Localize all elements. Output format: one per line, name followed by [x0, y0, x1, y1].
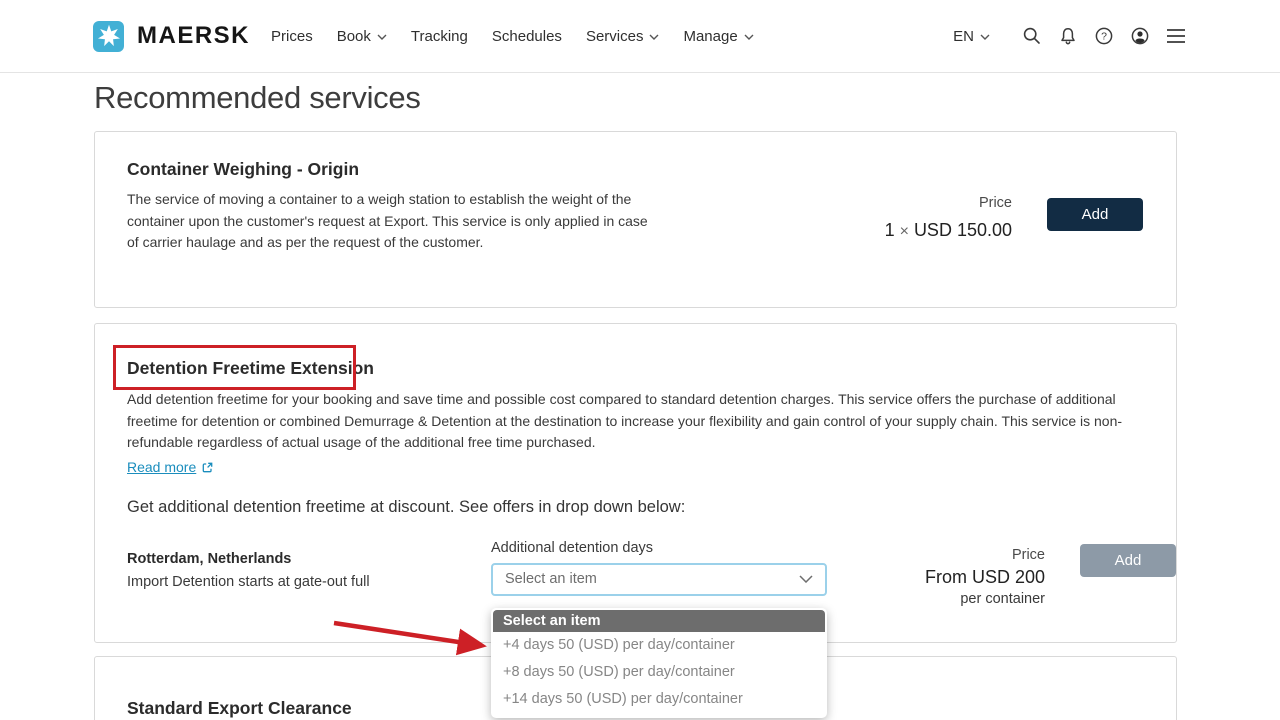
price-amount: 1×USD 150.00 [885, 220, 1012, 241]
nav-item-schedules[interactable]: Schedules [492, 28, 562, 45]
chevron-down-icon [649, 34, 659, 40]
card-title: Container Weighing - Origin [127, 159, 1176, 180]
chevron-down-icon [799, 575, 813, 583]
add-button[interactable]: Add [1080, 544, 1176, 577]
read-more-link[interactable]: Read more [127, 459, 196, 475]
read-more-row: Read more [127, 459, 1176, 475]
offer-row: Rotterdam, Netherlands Import Detention … [127, 540, 1176, 607]
help-icon[interactable]: ? [1094, 26, 1114, 46]
svg-text:?: ? [1101, 31, 1107, 43]
dropdown-option[interactable]: +4 days 50 (USD) per day/container [491, 632, 827, 659]
chevron-down-icon [377, 34, 387, 40]
dropdown-label: Additional detention days [491, 540, 827, 556]
price-unit: per container [827, 591, 1045, 607]
card-description: Add detention freetime for your booking … [127, 389, 1176, 454]
account-icon[interactable] [1130, 26, 1150, 46]
top-nav: MAERSK Prices Book Tracking Schedules Se… [0, 0, 1280, 73]
add-button[interactable]: Add [1047, 198, 1143, 231]
dropdown-option[interactable]: +14 days 50 (USD) per day/container [491, 686, 827, 713]
maersk-wordmark: MAERSK [137, 22, 250, 50]
main-nav: Prices Book Tracking Schedules Services [271, 28, 778, 45]
annotation-highlight-box [113, 345, 356, 390]
nav-item-tracking[interactable]: Tracking [411, 28, 468, 45]
price-amount: From USD 200 [827, 567, 1045, 588]
page: MAERSK Prices Book Tracking Schedules Se… [0, 0, 1280, 720]
price-label: Price [885, 195, 1012, 211]
price-block: Price From USD 200 per container [827, 547, 1080, 607]
nav-item-manage[interactable]: Manage [683, 28, 753, 45]
search-icon[interactable] [1022, 26, 1042, 46]
chevron-down-icon [980, 34, 990, 40]
dropdown-option[interactable]: +8 days 50 (USD) per day/container [491, 659, 827, 686]
nav-left: MAERSK Prices Book Tracking Schedules Se… [93, 21, 778, 52]
action-column: Add [1080, 544, 1176, 577]
location-name: Rotterdam, Netherlands [127, 551, 491, 567]
maersk-logo[interactable] [93, 21, 124, 52]
bell-icon[interactable] [1058, 26, 1078, 46]
nav-item-book[interactable]: Book [337, 28, 387, 45]
nav-item-prices[interactable]: Prices [271, 28, 313, 45]
dropdown-option-selected[interactable]: Select an item [493, 610, 825, 632]
page-title: Recommended services [94, 80, 421, 116]
language-selector[interactable]: EN [953, 28, 990, 45]
location-column: Rotterdam, Netherlands Import Detention … [127, 540, 491, 590]
service-card-detention-freetime: Detention Freetime Extension Add detenti… [94, 323, 1177, 643]
location-note: Import Detention starts at gate-out full [127, 574, 491, 590]
price-label: Price [827, 547, 1045, 563]
maersk-star-icon [96, 23, 122, 49]
additional-detention-days-select[interactable]: Select an item [491, 563, 827, 596]
nav-item-services[interactable]: Services [586, 28, 660, 45]
nav-right: EN ? [953, 26, 1186, 46]
service-card-container-weighing: Container Weighing - Origin The service … [94, 131, 1177, 308]
dropdown-column: Additional detention days Select an item… [491, 540, 827, 596]
chevron-down-icon [744, 34, 754, 40]
dropdown-menu: Select an item +4 days 50 (USD) per day/… [491, 608, 827, 718]
offer-line: Get additional detention freetime at dis… [127, 498, 1176, 517]
menu-icon[interactable] [1166, 26, 1186, 46]
external-link-icon [201, 461, 214, 474]
price-block: Price 1×USD 150.00 [885, 195, 1012, 241]
price-and-action: Price 1×USD 150.00 Add [885, 195, 1143, 241]
select-value: Select an item [505, 571, 597, 587]
